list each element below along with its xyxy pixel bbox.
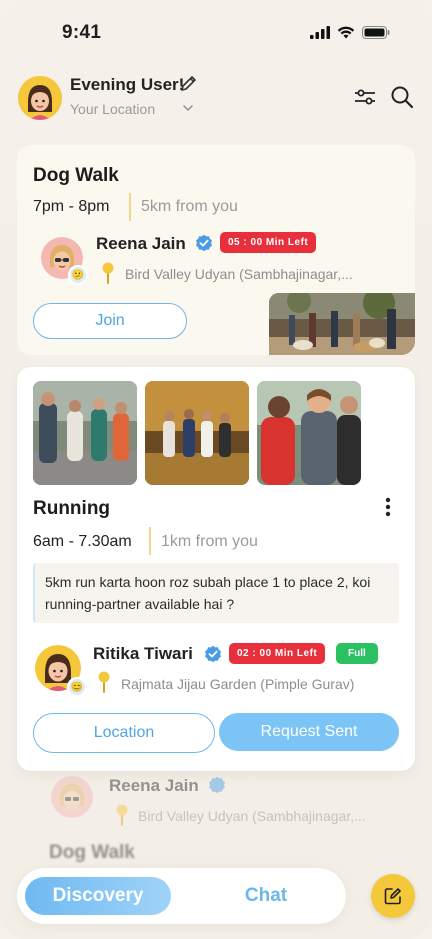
activity-title: Running xyxy=(33,498,111,519)
host-name: Reena Jain xyxy=(96,234,186,253)
running-photo-2[interactable] xyxy=(145,381,249,485)
host-avatar-illustration xyxy=(51,776,93,818)
location-pin-icon xyxy=(102,262,114,284)
wifi-icon xyxy=(337,26,355,39)
verified-badge-icon xyxy=(196,234,212,252)
host-name: Reena Jain xyxy=(109,776,199,795)
create-post-button[interactable] xyxy=(371,874,415,918)
status-time: 9:41 xyxy=(62,22,102,43)
more-options-icon[interactable] xyxy=(385,497,391,517)
running-photo-1[interactable] xyxy=(33,381,137,485)
activity-title: Dog Walk xyxy=(33,165,119,186)
location-button[interactable]: Location xyxy=(33,713,215,753)
verified-badge-icon xyxy=(205,645,221,663)
status-icons xyxy=(310,26,390,39)
meeting-place: Rajmata Jijau Garden (Pimple Gurav) xyxy=(121,676,355,692)
battery-icon xyxy=(362,26,390,39)
activity-title: Dog Walk xyxy=(49,842,135,863)
divider xyxy=(129,193,131,221)
mood-emoji-icon: 😊 xyxy=(67,677,87,697)
search-icon[interactable] xyxy=(390,85,414,109)
status-bar: 9:41 xyxy=(0,18,432,48)
mood-emoji-icon: 😕 xyxy=(68,265,88,285)
running-photo-3[interactable] xyxy=(257,381,361,485)
dog-walk-photo[interactable] xyxy=(269,293,415,355)
activity-card-running[interactable]: Running 6am - 7.30am 1km from you 5km ru… xyxy=(17,367,415,771)
edit-name-pencil-icon[interactable] xyxy=(180,74,198,92)
activity-card-faded[interactable]: Reena Jain Bird Valley Udyan (Sambhajina… xyxy=(17,770,415,880)
chevron-down-icon[interactable] xyxy=(182,103,194,113)
tab-discovery[interactable]: Discovery xyxy=(25,877,171,915)
location-selector-label[interactable]: Your Location xyxy=(70,101,155,117)
location-pin-icon xyxy=(116,804,128,826)
activity-card-dog-walk[interactable]: Dog Walk 7pm - 8pm 5km from you 😕 Reena … xyxy=(17,145,415,355)
location-pin-icon xyxy=(98,671,110,693)
tab-chat[interactable]: Chat xyxy=(211,877,321,915)
activity-time: 7pm - 8pm xyxy=(33,198,110,215)
signal-icon xyxy=(310,26,330,39)
meeting-place: Bird Valley Udyan (Sambhajinagar,... xyxy=(125,266,353,282)
divider xyxy=(149,527,151,555)
activity-distance: 5km from you xyxy=(141,198,238,215)
activity-time: 6am - 7.30am xyxy=(33,533,132,550)
host-name: Ritika Tiwari xyxy=(93,644,193,663)
time-left-badge: 02 : 00 Min Left xyxy=(229,643,326,664)
meeting-place: Bird Valley Udyan (Sambhajinagar,... xyxy=(138,808,366,824)
status-badge: Full xyxy=(336,643,378,664)
join-button[interactable]: Join xyxy=(33,303,187,339)
dog-walk-photo-image xyxy=(269,293,415,355)
compose-edit-icon xyxy=(384,888,401,905)
request-sent-button[interactable]: Request Sent xyxy=(219,713,399,751)
activity-note: 5km run karta hoon roz subah place 1 to … xyxy=(33,563,399,623)
activity-distance: 1km from you xyxy=(161,533,258,550)
running-photo-2-image xyxy=(145,381,249,485)
time-left-badge: 05 : 00 Min Left xyxy=(220,232,317,253)
filter-sliders-icon[interactable] xyxy=(354,88,376,106)
running-photo-3-image xyxy=(257,381,361,485)
running-photo-1-image xyxy=(33,381,137,485)
verified-badge-icon xyxy=(209,776,225,794)
user-avatar[interactable] xyxy=(18,76,62,120)
app-screen: 9:41 Evening User! Your Location Dog Wal… xyxy=(0,0,432,939)
host-avatar[interactable] xyxy=(51,776,93,818)
bottom-navigation: Discovery Chat xyxy=(17,868,346,924)
greeting-username: Evening User! xyxy=(70,75,185,94)
app-header: Evening User! Your Location xyxy=(18,72,414,122)
user-avatar-illustration xyxy=(18,76,62,120)
